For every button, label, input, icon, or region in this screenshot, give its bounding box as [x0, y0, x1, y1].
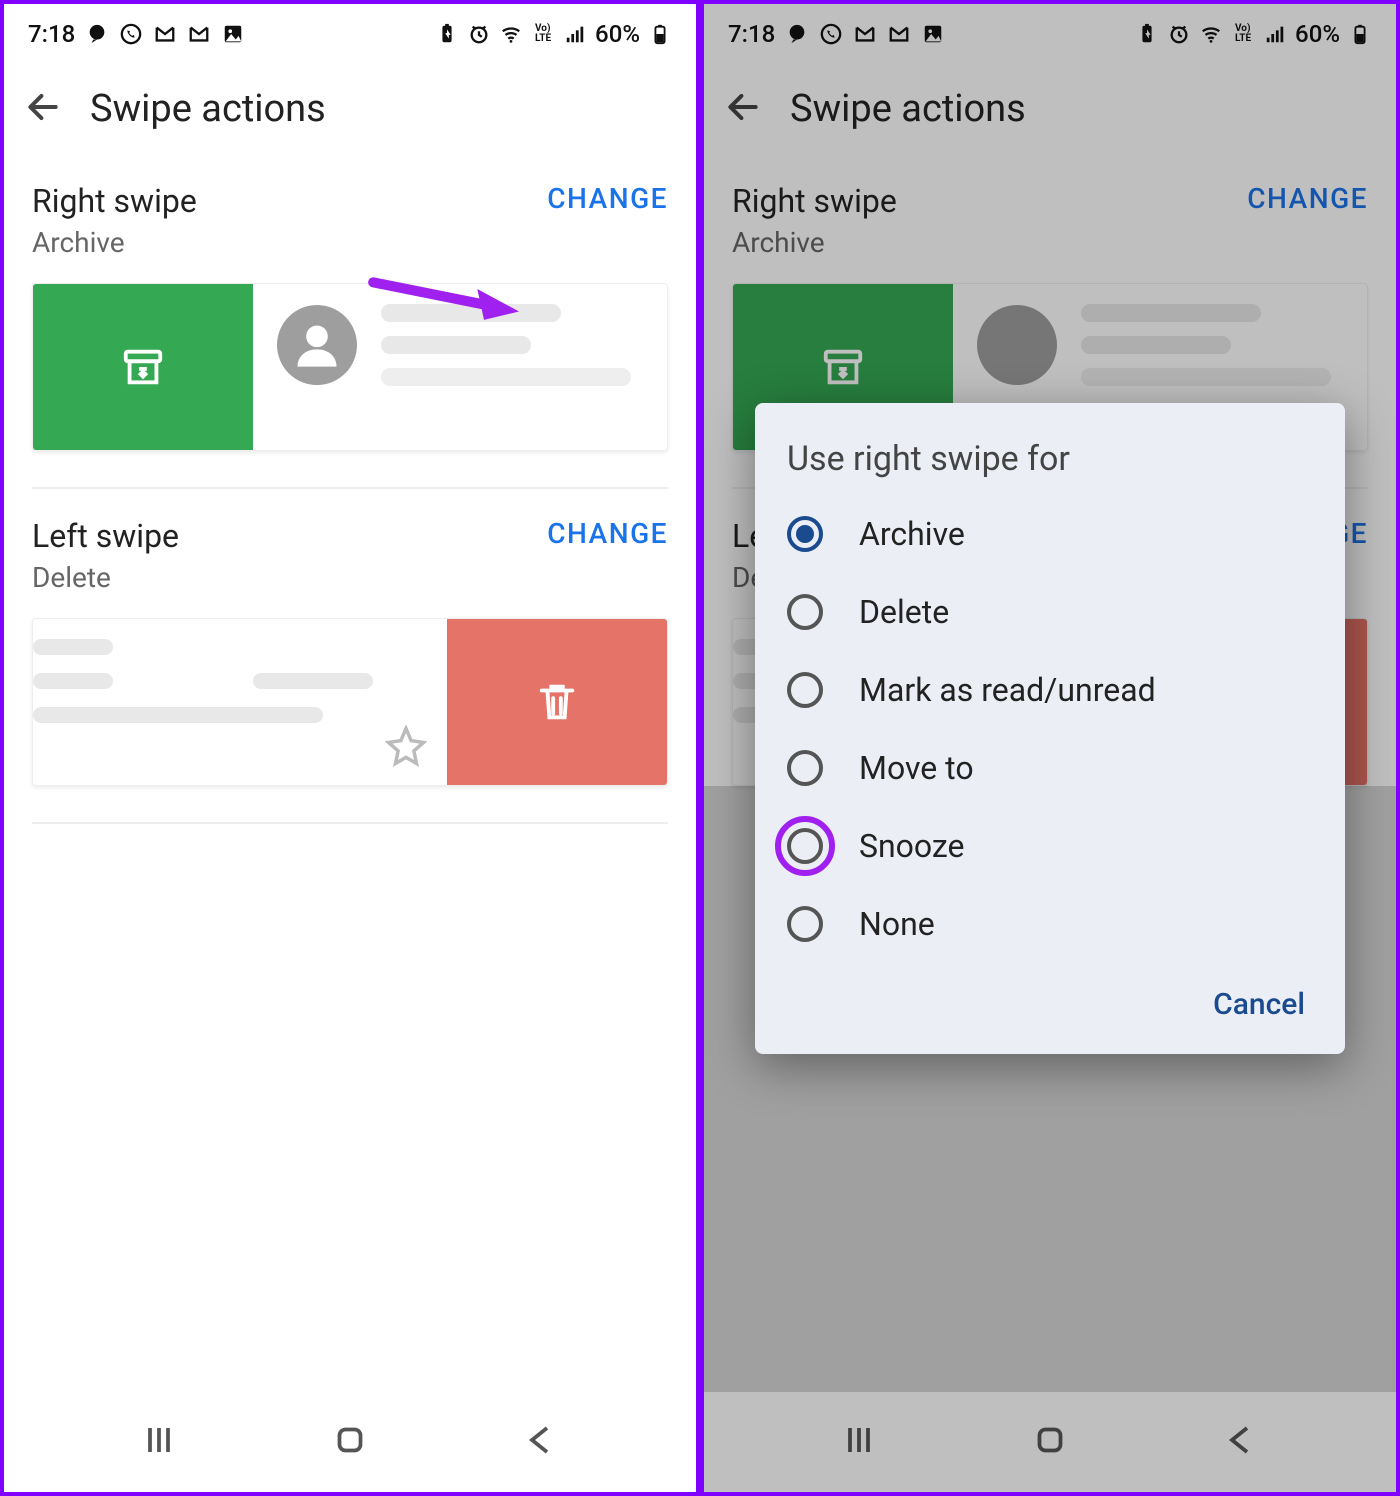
- divider: [32, 822, 668, 824]
- battery-icon: [1348, 22, 1372, 46]
- dialog-option-label: Move to: [859, 749, 974, 787]
- radio-unchecked-icon: [787, 906, 823, 942]
- radio-unchecked-icon: [787, 594, 823, 630]
- back-arrow-icon[interactable]: [24, 88, 62, 130]
- status-time: 7:18: [28, 20, 75, 48]
- archive-icon: [120, 344, 166, 390]
- image-icon: [921, 22, 945, 46]
- signal-icon: [1263, 22, 1287, 46]
- swipe-action-dialog: Use right swipe for Archive Delete Mark …: [755, 403, 1345, 1054]
- placeholder-line: [381, 336, 531, 354]
- dialog-option-label: Archive: [859, 515, 965, 553]
- battery-saver-icon: [1135, 22, 1159, 46]
- status-time: 7:18: [728, 20, 775, 48]
- app-bar: Swipe actions: [4, 64, 696, 154]
- placeholder-line: [381, 304, 561, 322]
- trash-icon: [534, 679, 580, 725]
- nav-back-icon[interactable]: [1223, 1422, 1259, 1462]
- page-title: Swipe actions: [90, 87, 326, 131]
- right-swipe-action: Archive: [32, 226, 197, 259]
- dialog-cancel-button[interactable]: Cancel: [1213, 987, 1305, 1022]
- dialog-option-label: None: [859, 905, 935, 943]
- dialog-option-none[interactable]: None: [755, 885, 1345, 963]
- dialog-option-archive[interactable]: Archive: [755, 495, 1345, 573]
- gmail-icon: [887, 22, 911, 46]
- gmail-icon: [153, 22, 177, 46]
- wifi-icon: [499, 22, 523, 46]
- chat-icon: [85, 22, 109, 46]
- nav-home-icon[interactable]: [1032, 1422, 1068, 1462]
- radio-unchecked-icon: [787, 672, 823, 708]
- left-swipe-preview: [32, 618, 668, 786]
- screenshot-right: 7:18 Vo)LTE 60% Swipe actions: [700, 0, 1400, 1496]
- right-swipe-title: Right swipe: [32, 182, 197, 220]
- wifi-icon: [1199, 22, 1223, 46]
- whatsapp-icon: [119, 22, 143, 46]
- dialog-option-snooze[interactable]: Snooze: [755, 807, 1345, 885]
- placeholder-line: [253, 673, 373, 689]
- nav-bar: [4, 1392, 696, 1492]
- battery-icon: [648, 22, 672, 46]
- dialog-option-label: Snooze: [859, 827, 965, 865]
- battery-percent: 60%: [1295, 20, 1340, 48]
- volte-icon: Vo)LTE: [1231, 22, 1255, 46]
- nav-recents-icon[interactable]: [141, 1422, 177, 1462]
- dialog-option-move[interactable]: Move to: [755, 729, 1345, 807]
- nav-home-icon[interactable]: [332, 1422, 368, 1462]
- status-bar: 7:18 Vo)LTE 60%: [4, 4, 696, 64]
- gmail-icon: [187, 22, 211, 46]
- person-icon: [291, 319, 343, 371]
- image-icon: [221, 22, 245, 46]
- radio-unchecked-icon: [787, 750, 823, 786]
- left-swipe-title: Left swipe: [32, 517, 179, 555]
- avatar-placeholder: [277, 305, 357, 385]
- gmail-icon: [853, 22, 877, 46]
- chat-icon: [785, 22, 809, 46]
- nav-back-icon[interactable]: [523, 1422, 559, 1462]
- dialog-option-delete[interactable]: Delete: [755, 573, 1345, 651]
- placeholder-line: [33, 673, 113, 689]
- nav-bar: [704, 1392, 1396, 1492]
- battery-percent: 60%: [595, 20, 640, 48]
- left-swipe-change-button[interactable]: CHANGE: [547, 517, 668, 550]
- signal-icon: [563, 22, 587, 46]
- dialog-option-label: Delete: [859, 593, 949, 631]
- placeholder-line: [381, 368, 631, 386]
- nav-recents-icon[interactable]: [841, 1422, 877, 1462]
- dialog-option-mark[interactable]: Mark as read/unread: [755, 651, 1345, 729]
- left-swipe-section: Left swipe Delete CHANGE: [4, 489, 696, 824]
- delete-tile: [447, 619, 667, 785]
- right-swipe-section: Right swipe Archive CHANGE: [4, 154, 696, 489]
- whatsapp-icon: [819, 22, 843, 46]
- right-swipe-change-button[interactable]: CHANGE: [547, 182, 668, 215]
- archive-tile: [33, 284, 253, 450]
- placeholder-line: [33, 707, 323, 723]
- radio-checked-icon: [787, 516, 823, 552]
- star-icon: [385, 725, 427, 771]
- placeholder-line: [33, 639, 113, 655]
- alarm-icon: [467, 22, 491, 46]
- radio-unchecked-icon: [787, 828, 823, 864]
- dialog-scrim[interactable]: Use right swipe for Archive Delete Mark …: [704, 64, 1396, 1392]
- status-bar: 7:18 Vo)LTE 60%: [704, 4, 1396, 64]
- dialog-title: Use right swipe for: [755, 439, 1345, 495]
- alarm-icon: [1167, 22, 1191, 46]
- volte-icon: Vo)LTE: [531, 22, 555, 46]
- right-swipe-preview: [32, 283, 668, 451]
- dialog-option-label: Mark as read/unread: [859, 671, 1156, 709]
- left-swipe-action: Delete: [32, 561, 179, 594]
- battery-saver-icon: [435, 22, 459, 46]
- screenshot-left: 7:18 Vo)LTE 60% Swipe actions: [0, 0, 700, 1496]
